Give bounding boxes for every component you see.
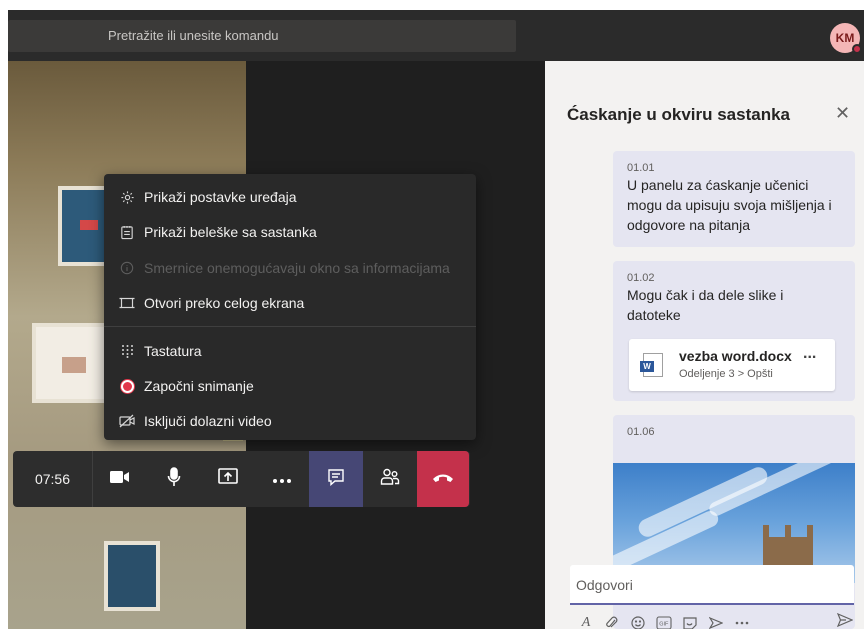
meet-icon[interactable] <box>703 614 729 629</box>
sticker-icon[interactable] <box>677 614 703 629</box>
file-path: Odeljenje 3 > Opšti <box>679 368 773 380</box>
chat-button[interactable] <box>309 451 363 507</box>
record-icon <box>118 377 136 395</box>
search-placeholder: Pretražite ili unesite komandu <box>108 28 279 43</box>
chat-title: Ćaskanje u okviru sastanka <box>567 105 791 124</box>
menu-item-label: Tastatura <box>144 343 202 359</box>
menu-item-keypad[interactable]: Tastatura <box>104 336 476 366</box>
call-controls: 07:56 <box>13 451 470 507</box>
keypad-icon <box>118 342 136 360</box>
share-screen-button[interactable] <box>201 451 255 507</box>
menu-item-fullscreen[interactable]: Otvori preko celog ekrana <box>104 288 476 318</box>
notes-icon <box>118 223 136 241</box>
compose-toolbar: A GIF <box>573 613 863 629</box>
message-text: Mogu čak i da dele slike i datoteke <box>627 287 784 323</box>
meeting-chat-panel: Ćaskanje u okviru sastanka ✕ 01.01 U pan… <box>545 61 864 629</box>
file-more-button[interactable]: ... <box>803 345 816 363</box>
search-box[interactable]: Pretražite ili unesite komandu <box>8 20 516 52</box>
menu-divider <box>104 326 476 327</box>
hangup-icon <box>432 470 454 488</box>
wall-picture <box>32 323 112 403</box>
svg-text:GIF: GIF <box>659 622 669 628</box>
format-icon[interactable]: A <box>573 614 599 629</box>
word-file-icon: W <box>640 353 663 377</box>
reply-input[interactable]: Odgovori <box>570 565 854 605</box>
file-attachment[interactable]: W vezba word.docx Odeljenje 3 > Opšti ..… <box>629 339 835 391</box>
info-icon <box>118 259 136 277</box>
menu-item-info-pane: Smernice onemogućavaju okno sa informaci… <box>104 253 476 283</box>
menu-item-meeting-notes[interactable]: Prikaži beleške sa sastanka <box>104 217 476 247</box>
chat-message: 01.01 U panelu za ćaskanje učenici mogu … <box>613 151 855 247</box>
status-dot <box>852 44 862 54</box>
more-actions-button[interactable] <box>255 451 309 507</box>
video-off-icon <box>118 412 136 430</box>
menu-item-start-recording[interactable]: Započni snimanje <box>104 371 476 401</box>
wall-picture <box>104 541 160 611</box>
reply-placeholder: Odgovori <box>576 577 633 593</box>
camera-button[interactable] <box>93 451 147 507</box>
message-time: 01.02 <box>627 272 655 284</box>
menu-item-label: Otvori preko celog ekrana <box>144 295 305 311</box>
hang-up-button[interactable] <box>417 451 469 507</box>
message-time: 01.01 <box>627 162 655 174</box>
share-screen-icon <box>218 467 238 491</box>
menu-item-label: Isključi dolazni video <box>144 413 272 429</box>
gear-icon <box>118 188 136 206</box>
participants-button[interactable] <box>363 451 417 507</box>
microphone-icon <box>167 466 181 492</box>
more-icon <box>273 470 291 488</box>
more-actions-menu: Prikaži postavke uređaja Prikaži beleške… <box>104 174 476 440</box>
participants-icon <box>380 468 400 491</box>
more-icon[interactable] <box>729 614 755 629</box>
fullscreen-icon <box>118 294 136 312</box>
emoji-icon[interactable] <box>625 614 651 629</box>
call-timer: 07:56 <box>13 451 93 507</box>
chat-icon <box>327 468 345 491</box>
top-bar: Pretražite ili unesite komandu KM <box>8 10 864 61</box>
message-text: U panelu za ćaskanje učenici mogu da upi… <box>627 177 832 233</box>
microphone-button[interactable] <box>147 451 201 507</box>
message-time: 01.06 <box>627 426 655 438</box>
menu-item-turn-off-incoming-video[interactable]: Isključi dolazni video <box>104 406 476 436</box>
chat-message: 01.02 Mogu čak i da dele slike i datotek… <box>613 261 855 401</box>
menu-item-device-settings[interactable]: Prikaži postavke uređaja <box>104 182 476 212</box>
send-icon[interactable] <box>836 612 854 629</box>
file-name: vezba word.docx <box>679 348 792 364</box>
menu-item-label: Prikaži beleške sa sastanka <box>144 224 317 240</box>
menu-item-label: Smernice onemogućavaju okno sa informaci… <box>144 260 450 276</box>
menu-item-label: Započni snimanje <box>144 378 254 394</box>
menu-item-label: Prikaži postavke uređaja <box>144 189 297 205</box>
camera-icon <box>110 470 130 489</box>
attach-icon[interactable] <box>599 614 625 629</box>
close-icon[interactable]: ✕ <box>835 103 850 124</box>
gif-icon[interactable]: GIF <box>651 614 677 629</box>
teams-window: Pretražite ili unesite komandu KM Prikaž… <box>8 10 864 629</box>
